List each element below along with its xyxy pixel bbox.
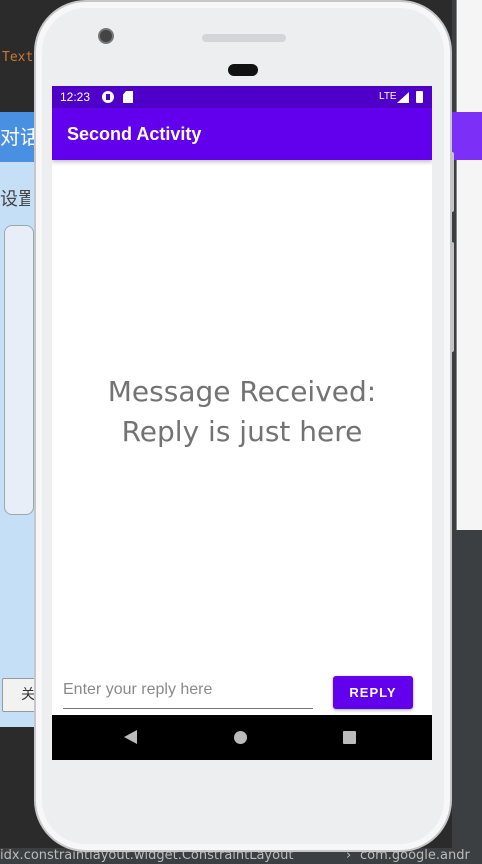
device-screen: 12:23 LTE Second Activity Message Receiv…	[52, 86, 432, 760]
reply-button[interactable]: REPLY	[333, 676, 413, 709]
battery-icon	[416, 91, 423, 103]
volume-button[interactable]	[450, 242, 454, 352]
ide-mini-phone-preview	[4, 225, 34, 515]
message-header: Message Received:	[107, 375, 377, 408]
signal-icon	[397, 92, 409, 103]
sd-card-icon	[123, 91, 133, 103]
message-body: Reply is just here	[121, 415, 363, 448]
home-icon[interactable]	[234, 731, 247, 744]
earpiece	[202, 34, 286, 42]
ide-dialog-button[interactable]: 关	[2, 678, 38, 712]
notification-icon	[102, 91, 114, 103]
ide-right-toolbar	[456, 0, 482, 530]
reply-input[interactable]	[63, 671, 313, 709]
navigation-bar	[52, 715, 432, 760]
recents-icon[interactable]	[343, 731, 356, 744]
network-type-label: LTE	[379, 91, 397, 102]
status-bar: 12:23 LTE	[52, 86, 432, 108]
device-frame: 12:23 LTE Second Activity Message Receiv…	[34, 0, 454, 852]
power-button[interactable]	[450, 152, 454, 212]
ide-code-text: Text	[2, 50, 34, 65]
app-bar: Second Activity	[52, 108, 432, 160]
back-icon[interactable]	[124, 730, 137, 744]
status-time: 12:23	[60, 90, 91, 104]
front-camera	[98, 28, 114, 44]
page-title: Second Activity	[67, 124, 202, 144]
message-text: Message Received: Reply is just here	[52, 372, 432, 452]
proximity-sensor	[228, 64, 258, 76]
ide-dialog-subtitle: 设置	[0, 189, 30, 210]
ide-right-preview-bar	[452, 112, 482, 160]
